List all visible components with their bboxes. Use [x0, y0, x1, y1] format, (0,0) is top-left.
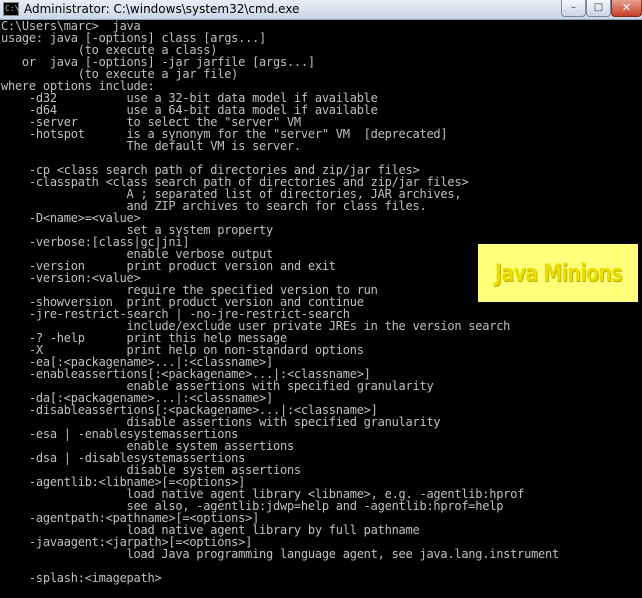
cmd-icon[interactable]: C:\ — [3, 2, 19, 16]
logo-text: Java Minions — [494, 259, 623, 287]
maximize-button[interactable]: □ — [586, 0, 611, 17]
window-title: Administrator: C:\windows\system32\cmd.e… — [24, 2, 300, 16]
java-minions-logo: Java Minions — [478, 244, 638, 302]
console-output-area[interactable]: C:\Users\marc> java usage: java [-option… — [0, 20, 642, 598]
close-button[interactable]: ✕ — [611, 0, 642, 17]
window-title-bar[interactable]: C:\ Administrator: C:\windows\system32\c… — [0, 0, 642, 20]
minimize-button[interactable]: – — [561, 0, 586, 17]
console-text: C:\Users\marc> java usage: java [-option… — [1, 20, 559, 585]
